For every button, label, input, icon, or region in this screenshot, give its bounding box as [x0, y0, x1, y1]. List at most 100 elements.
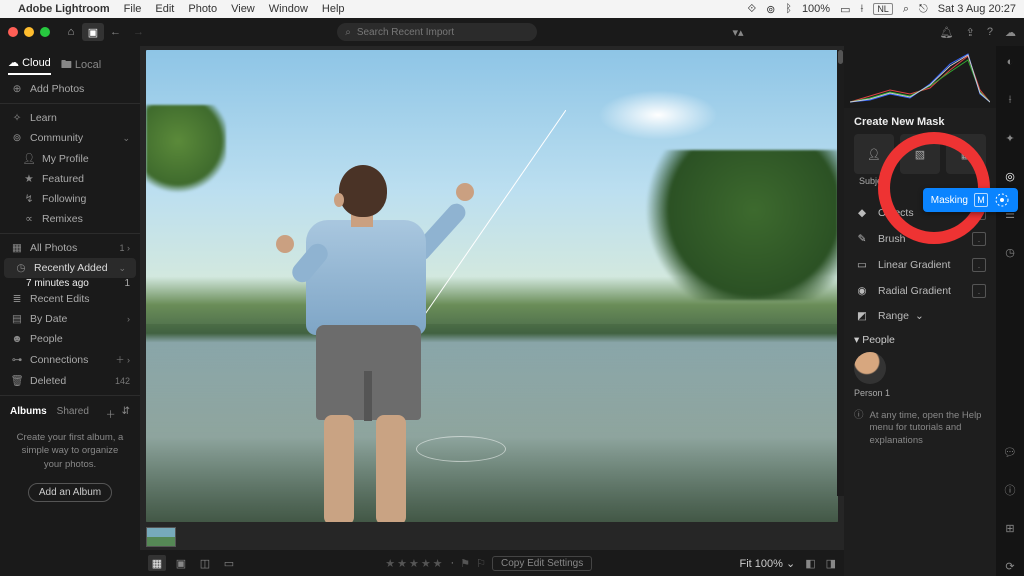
- sidebar-featured[interactable]: ★Featured: [0, 169, 140, 189]
- sort-icon[interactable]: ⇵: [122, 406, 130, 421]
- input-lang[interactable]: NL: [873, 3, 893, 15]
- view-compare-icon[interactable]: ◫: [196, 555, 214, 571]
- app-name[interactable]: Adobe Lightroom: [18, 3, 110, 15]
- tab-local[interactable]: 🖿 Local: [61, 56, 101, 75]
- panel-right-icon[interactable]: ◨: [826, 557, 836, 570]
- search-icon: ⌕: [345, 27, 351, 38]
- menu-window[interactable]: Window: [269, 3, 308, 15]
- copy-edit-settings-button[interactable]: Copy Edit Settings: [492, 556, 592, 571]
- zoom-fit-label[interactable]: Fit: [739, 558, 751, 570]
- view-detail-icon[interactable]: ▭: [220, 555, 238, 571]
- masking-tool-icon[interactable]: ◎: [1000, 166, 1020, 186]
- versions-tool-icon[interactable]: ◷: [1000, 242, 1020, 262]
- masking-tooltip: Masking M: [923, 188, 1018, 212]
- shared-tab[interactable]: Shared: [57, 406, 89, 421]
- close-window-icon[interactable]: [8, 27, 18, 37]
- edits-icon: ≣: [10, 293, 24, 305]
- person-1[interactable]: Person 1: [844, 348, 996, 402]
- mask-radial-gradient[interactable]: ◉Radial Gradient.: [844, 278, 996, 304]
- person-icon: 👤︎: [22, 152, 36, 165]
- sidebar-deleted[interactable]: 🗑︎Deleted142: [0, 370, 140, 391]
- sidebar-recently-added[interactable]: ◷Recently Added⌄: [4, 258, 136, 278]
- clock[interactable]: Sat 3 Aug 20:27: [938, 3, 1016, 15]
- control-center-icon[interactable]: ⎋: [919, 3, 928, 16]
- sidebar-connections[interactable]: ⊶Connections＋ ›: [0, 349, 140, 370]
- flag-pick-icon[interactable]: ⚑: [460, 557, 470, 570]
- menu-photo[interactable]: Photo: [188, 3, 217, 15]
- people-section[interactable]: ▾ People: [844, 328, 996, 348]
- activity-icon[interactable]: ⟳: [1000, 556, 1020, 576]
- mask-linear-gradient[interactable]: ▭Linear Gradient.: [844, 252, 996, 278]
- sidebar-remixes[interactable]: ∝Remixes: [0, 209, 140, 229]
- tree-icon: [628, 150, 838, 300]
- albums-tab[interactable]: Albums: [10, 406, 47, 421]
- view-grid-icon[interactable]: ▦: [148, 555, 166, 571]
- sidebar-learn[interactable]: ✧Learn: [0, 108, 140, 128]
- histogram[interactable]: [844, 46, 996, 108]
- chevron-down-icon: ⌄: [122, 133, 130, 144]
- scrollbar-vertical[interactable]: [837, 50, 844, 496]
- person-label: Person 1: [854, 388, 986, 398]
- rating-stars[interactable]: ★★★★★: [385, 557, 444, 570]
- healing-tool-icon[interactable]: ✦: [1000, 128, 1020, 148]
- info-panel-icon[interactable]: ⓘ: [1000, 480, 1020, 500]
- fullscreen-window-icon[interactable]: [40, 27, 50, 37]
- battery-icon[interactable]: ▭: [840, 3, 850, 16]
- keywords-icon[interactable]: ⊞: [1000, 518, 1020, 538]
- sidebar-following[interactable]: ↯Following: [0, 189, 140, 209]
- filter-icon[interactable]: ▾▴: [732, 26, 752, 39]
- tool-strip: ◐ ⟊ ✦ ◎ ☰ ◷ 💬︎ ⓘ ⊞ ⟳: [996, 46, 1024, 576]
- help-icon[interactable]: ?: [987, 26, 993, 39]
- sidebar-my-profile[interactable]: 👤︎My Profile: [0, 148, 140, 169]
- library-icon[interactable]: ▣: [82, 23, 104, 41]
- flag-reject-icon[interactable]: ⚐: [476, 557, 486, 570]
- bell-icon[interactable]: 🔔︎: [940, 26, 954, 39]
- sidebar-recent-edits[interactable]: ≣Recent Edits: [0, 289, 140, 309]
- minimize-window-icon[interactable]: [24, 27, 34, 37]
- photo-preview[interactable]: [146, 50, 838, 522]
- add-album-button[interactable]: Add an Album: [28, 483, 112, 502]
- battery-percent: 100%: [802, 3, 830, 15]
- sidebar-by-date[interactable]: ▤By Date›: [0, 309, 140, 329]
- menu-edit[interactable]: Edit: [155, 3, 174, 15]
- sidebar-people[interactable]: ☻People: [0, 329, 140, 349]
- sidebar-community[interactable]: ⊚Community⌄: [0, 128, 140, 148]
- view-square-icon[interactable]: ▣: [172, 555, 190, 571]
- edit-tool-icon[interactable]: ◐: [1000, 52, 1020, 72]
- zoom-value[interactable]: 100%: [755, 558, 783, 570]
- dropbox-icon[interactable]: ⟐: [747, 3, 756, 16]
- home-icon[interactable]: ⌂: [60, 23, 82, 41]
- mask-range[interactable]: ◩Range⌄: [844, 304, 996, 328]
- sidebar-recent-subitem[interactable]: 7 minutes ago1: [0, 278, 140, 289]
- menu-help[interactable]: Help: [322, 3, 345, 15]
- back-button[interactable]: ←: [110, 26, 121, 38]
- menu-file[interactable]: File: [124, 3, 142, 15]
- tab-cloud[interactable]: ☁ Cloud: [8, 56, 51, 75]
- filmstrip-thumbnail[interactable]: [146, 527, 176, 547]
- sky-icon: ▧: [915, 148, 925, 161]
- panel-left-icon[interactable]: ◧: [805, 557, 815, 570]
- chevron-right-icon: ›: [127, 314, 130, 324]
- mask-brush[interactable]: ✎Brush.: [844, 226, 996, 252]
- linear-gradient-icon: ▭: [854, 259, 870, 271]
- trash-icon: 🗑︎: [10, 374, 24, 387]
- forward-button[interactable]: →: [133, 26, 144, 38]
- bluetooth-icon[interactable]: ᛒ: [785, 3, 792, 15]
- comment-icon[interactable]: 💬︎: [1000, 442, 1020, 462]
- window-controls[interactable]: [8, 27, 50, 37]
- add-album-icon[interactable]: ＋: [106, 406, 116, 421]
- search-input[interactable]: ⌕ Search Recent Import: [337, 23, 537, 41]
- mask-subject-tile[interactable]: 👤︎: [854, 134, 894, 174]
- add-photos-button[interactable]: ⊕Add Photos: [0, 79, 140, 99]
- mask-sky-tile[interactable]: ▧: [900, 134, 940, 174]
- brush-icon: ✎: [854, 233, 870, 245]
- share-icon[interactable]: ⇪: [966, 26, 975, 39]
- sidebar-all-photos[interactable]: ▦All Photos1 ›: [0, 238, 140, 258]
- mask-background-tile[interactable]: ▦: [946, 134, 986, 174]
- cloud-sync-icon[interactable]: ☁: [1005, 26, 1016, 39]
- wifi-icon[interactable]: ⟊: [860, 3, 863, 16]
- airdrop-icon[interactable]: ⊚: [766, 3, 775, 16]
- crop-tool-icon[interactable]: ⟊: [1000, 90, 1020, 110]
- search-icon[interactable]: ⌕: [903, 3, 909, 16]
- menu-view[interactable]: View: [231, 3, 255, 15]
